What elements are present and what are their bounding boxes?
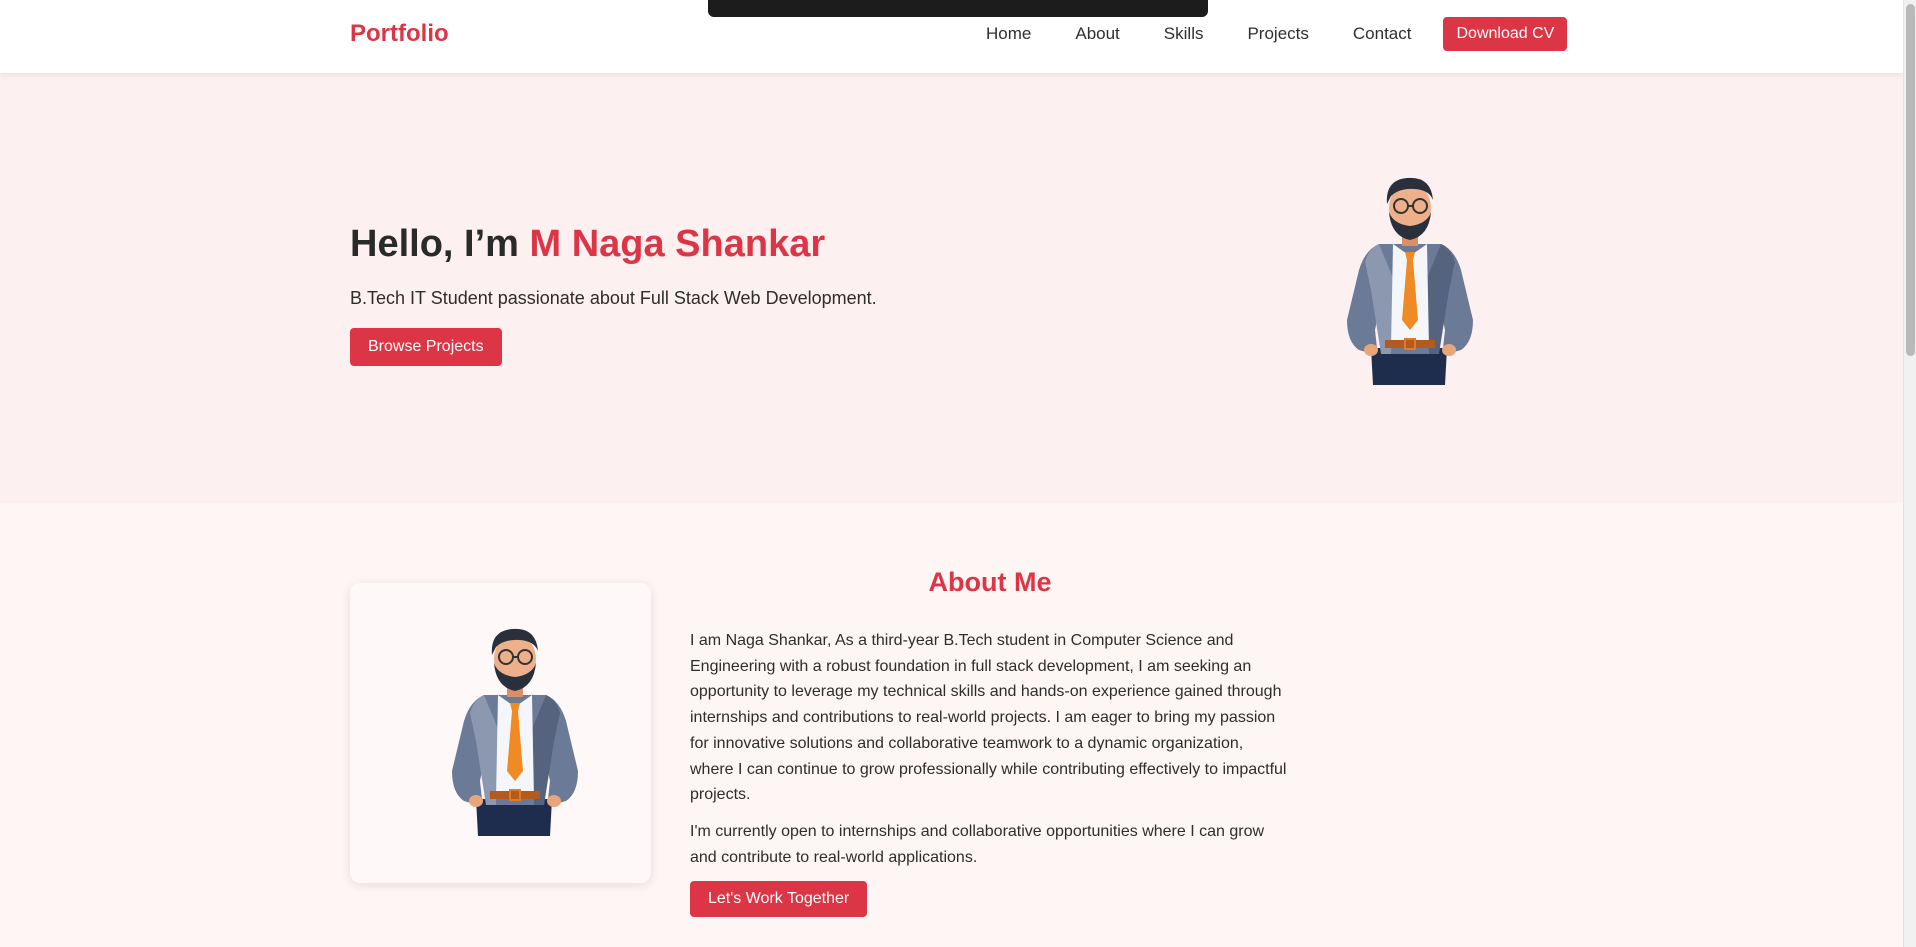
about-section: About Me I am Naga Shankar, As a third-y… — [0, 503, 1903, 947]
hero-subtitle: B.Tech IT Student passionate about Full … — [350, 288, 877, 308]
nav-link-skills[interactable]: Skills — [1142, 16, 1226, 52]
hero-name: M Naga Shankar — [529, 223, 826, 265]
hero-avatar-illustration — [1347, 177, 1473, 385]
hero-section: Hello, I’m M Naga Shankar B.Tech IT Stud… — [0, 73, 1903, 503]
hero-greeting: Hello, I’m — [350, 223, 530, 265]
nav-link-about[interactable]: About — [1053, 16, 1141, 52]
brand-logo[interactable]: Portfolio — [350, 20, 449, 48]
lets-work-together-button[interactable]: Let's Work Together — [690, 881, 868, 917]
about-image-card — [350, 583, 651, 883]
browse-projects-button[interactable]: Browse Projects — [350, 328, 502, 366]
about-paragraph-1: I am Naga Shankar, As a third-year B.Tec… — [690, 632, 1287, 804]
nav-link-contact[interactable]: Contact — [1331, 16, 1434, 52]
page-scrollbar[interactable] — [1903, 0, 1916, 947]
nav-link-projects[interactable]: Projects — [1225, 16, 1330, 52]
scrollbar-thumb[interactable] — [1906, 4, 1915, 356]
hero-title: Hello, I’m M Naga Shankar — [350, 223, 825, 266]
top-overlay-bar — [708, 0, 1208, 17]
about-paragraph-2: I'm currently open to internships and co… — [690, 823, 1265, 866]
nav-link-home[interactable]: Home — [970, 16, 1053, 52]
nav-links: Home About Skills Projects Contact Downl… — [970, 16, 1568, 52]
about-avatar-illustration — [452, 628, 578, 836]
download-cv-button[interactable]: Download CV — [1443, 17, 1568, 51]
about-title: About Me — [928, 567, 1052, 597]
